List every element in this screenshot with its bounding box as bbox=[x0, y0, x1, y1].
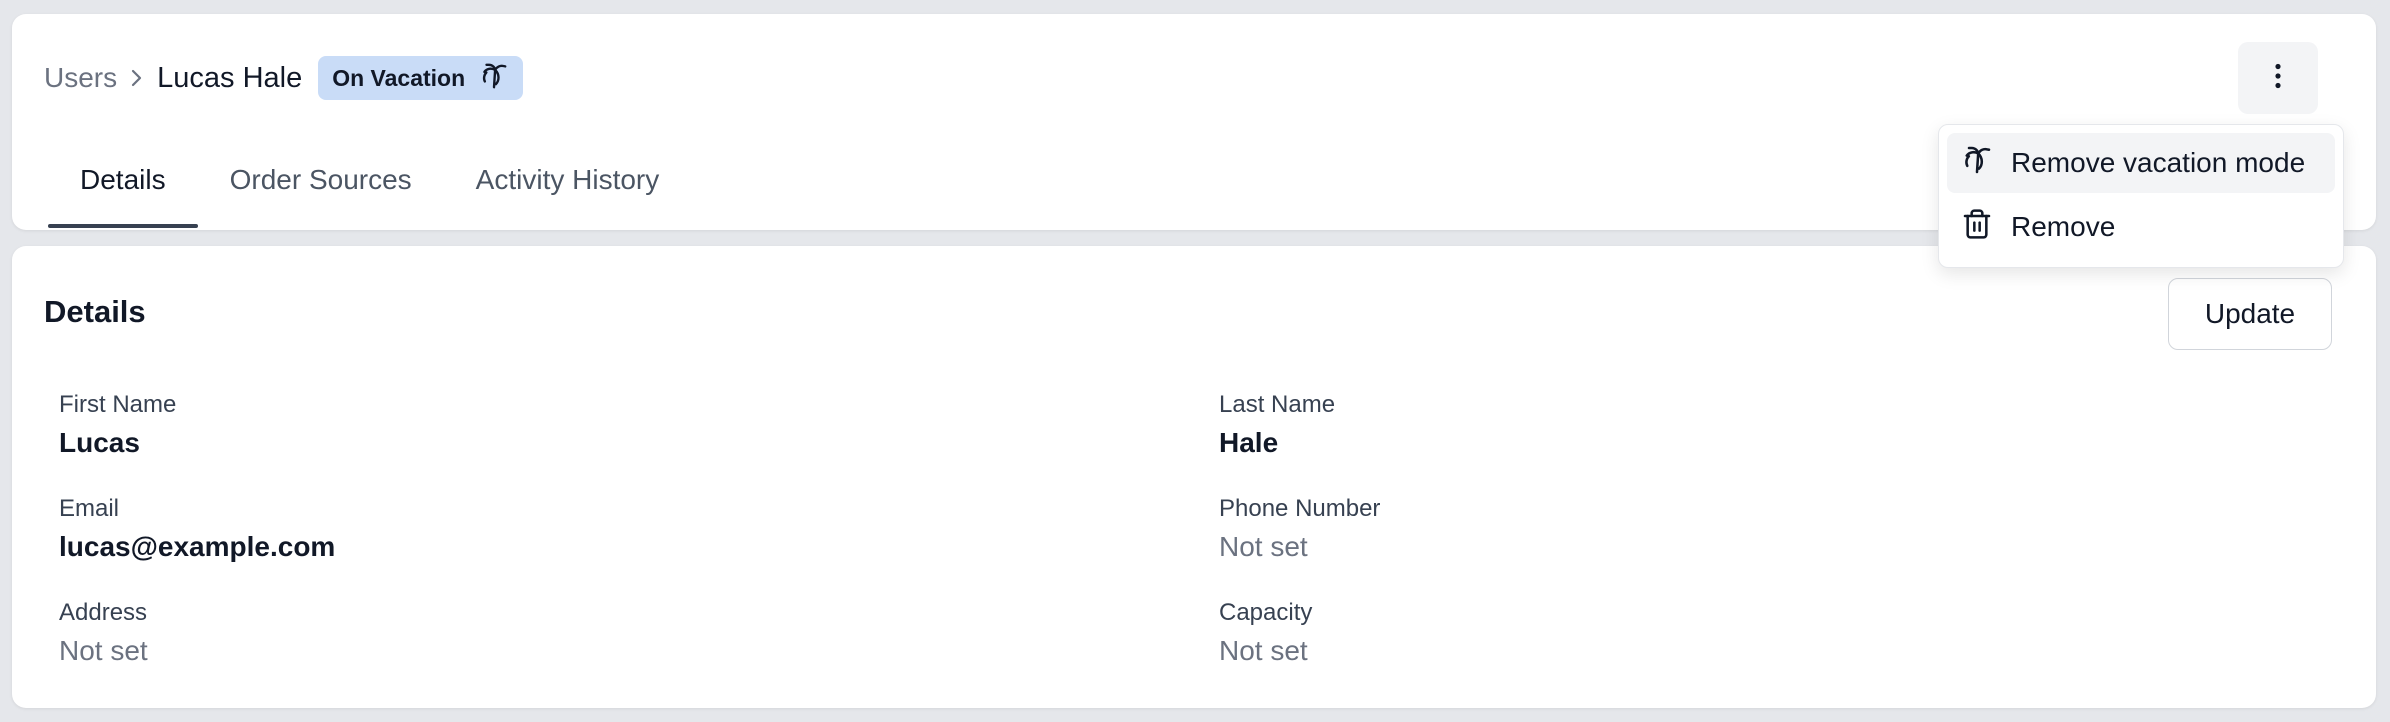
palm-tree-icon bbox=[479, 61, 509, 96]
menu-item-remove[interactable]: Remove bbox=[1947, 197, 2335, 257]
field-label: Last Name bbox=[1219, 391, 1336, 418]
details-title: Details bbox=[44, 294, 146, 329]
field-value: lucas@example.com bbox=[59, 531, 336, 562]
status-badge-label: On Vacation bbox=[332, 64, 466, 91]
field-value: Not set bbox=[59, 635, 148, 666]
field-last-name: Last Name Hale bbox=[1219, 390, 1335, 460]
field-value: Hale bbox=[1219, 427, 1279, 458]
breadcrumb-users-link[interactable]: Users bbox=[44, 62, 117, 94]
palm-tree-icon bbox=[1961, 144, 1993, 183]
chevron-right-icon bbox=[117, 64, 157, 92]
field-label: Email bbox=[59, 495, 120, 522]
field-label: Phone Number bbox=[1219, 495, 1381, 522]
breadcrumb-current-user: Lucas Hale bbox=[157, 61, 303, 94]
field-capacity: Capacity Not set bbox=[1219, 598, 1312, 668]
field-address: Address Not set bbox=[59, 598, 148, 668]
update-button[interactable]: Update bbox=[2168, 278, 2332, 350]
more-vertical-icon bbox=[2274, 63, 2282, 94]
details-card: Details Update First Name Lucas Last Nam… bbox=[12, 246, 2376, 708]
tab-details[interactable]: Details bbox=[48, 142, 198, 228]
field-value: Lucas bbox=[59, 427, 140, 458]
breadcrumb: Users Lucas Hale On Vacation bbox=[44, 56, 524, 100]
field-first-name: First Name Lucas bbox=[59, 390, 176, 460]
menu-item-label: Remove vacation mode bbox=[2011, 147, 2306, 178]
field-label: Address bbox=[59, 599, 148, 626]
field-value: Not set bbox=[1219, 635, 1308, 666]
more-actions-button[interactable] bbox=[2238, 42, 2318, 114]
field-label: First Name bbox=[59, 391, 177, 418]
field-phone-number: Phone Number Not set bbox=[1219, 494, 1380, 564]
tab-bar: Details Order Sources Activity History bbox=[48, 142, 691, 228]
field-value: Not set bbox=[1219, 531, 1308, 562]
menu-item-label: Remove bbox=[2011, 211, 2116, 242]
tab-order-sources[interactable]: Order Sources bbox=[198, 142, 444, 228]
field-label: Capacity bbox=[1219, 599, 1313, 626]
status-badge: On Vacation bbox=[318, 56, 524, 100]
trash-icon bbox=[1961, 208, 1993, 247]
menu-item-remove-vacation-mode[interactable]: Remove vacation mode bbox=[1947, 133, 2335, 193]
actions-dropdown-menu: Remove vacation mode Remove bbox=[1938, 124, 2344, 268]
field-email: Email lucas@example.com bbox=[59, 494, 335, 564]
tab-activity-history[interactable]: Activity History bbox=[444, 142, 692, 228]
